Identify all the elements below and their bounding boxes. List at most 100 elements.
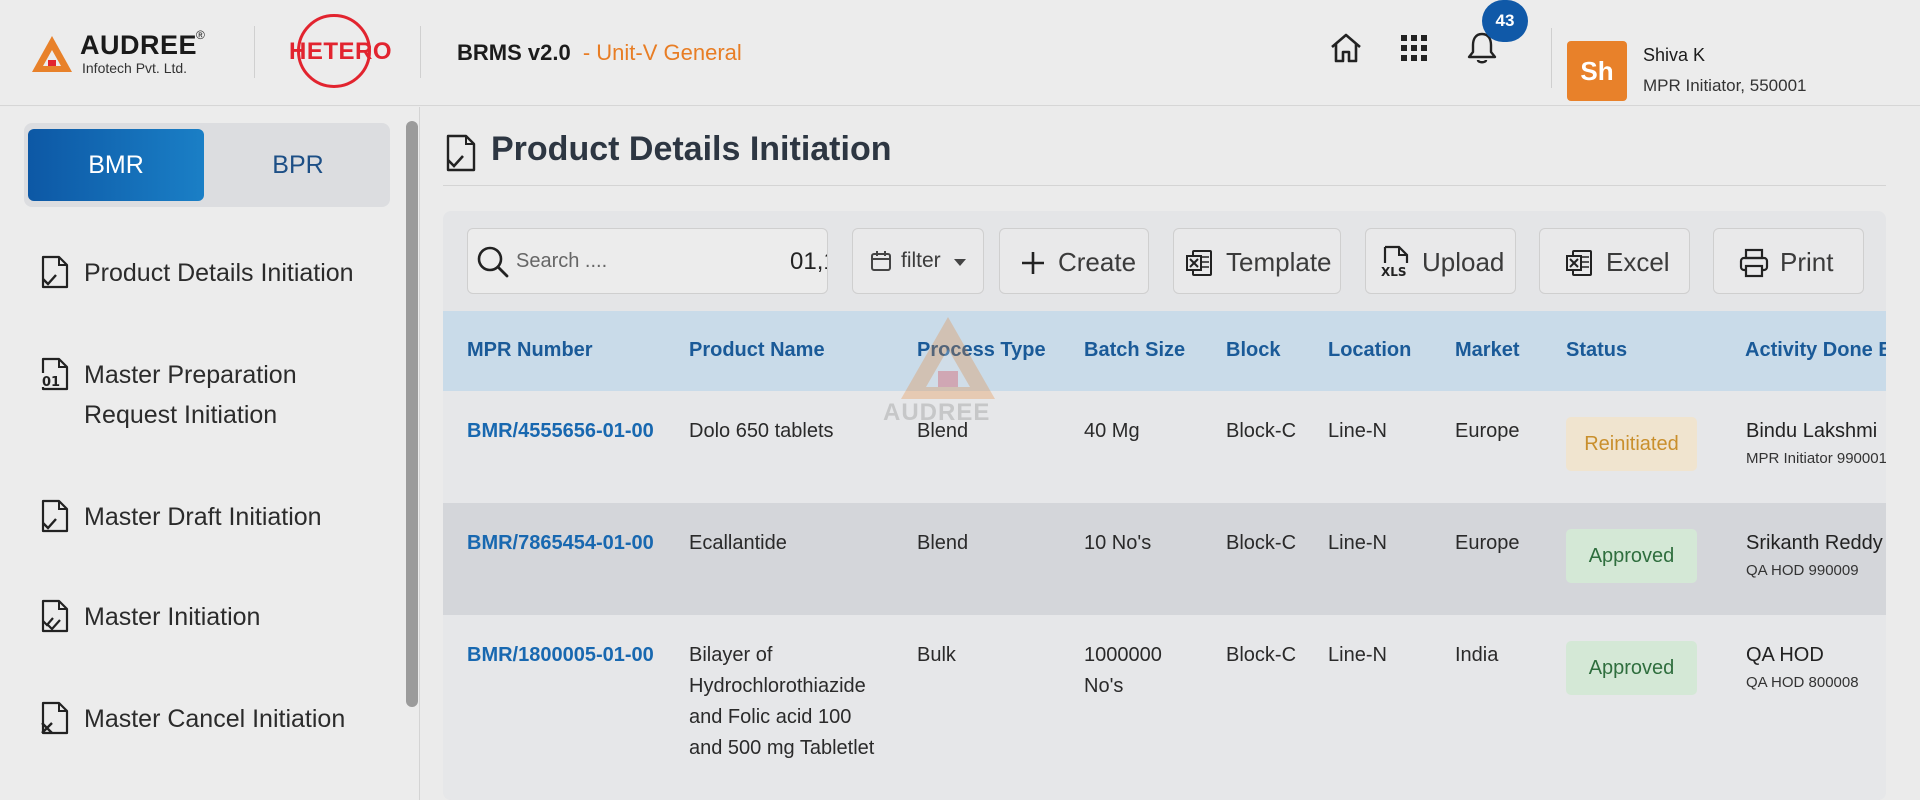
file-check-icon — [41, 499, 69, 533]
audree-logo[interactable]: AUDREE ® Infotech Pvt. Ltd. — [30, 28, 215, 78]
calendar-icon — [871, 251, 891, 271]
sidebar-item-master-initiation[interactable]: Master Initiation — [40, 597, 380, 641]
plus-icon — [1022, 252, 1044, 274]
header-divider — [1551, 28, 1552, 88]
company-name: AUDREE — [80, 30, 198, 60]
status-badge: Reinitiated — [1566, 417, 1697, 471]
home-icon[interactable] — [1328, 30, 1364, 66]
file-double-check-icon — [41, 599, 69, 633]
sidebar-item-master-cancel-initiation[interactable]: Master Cancel Initiation — [40, 699, 380, 743]
user-name[interactable]: Shiva K — [1643, 45, 1705, 66]
market-cell: Europe — [1455, 532, 1520, 554]
sidebar: BMR BPR Product Details Initiation 01 Ma… — [0, 107, 420, 800]
table-row[interactable]: BMR/4555656-01-00 Dolo 650 tablets Blend… — [443, 391, 1886, 503]
header-divider — [254, 26, 255, 78]
table-row[interactable]: BMR/1800005-01-00 Bilayer of Hydrochloro… — [443, 615, 1886, 800]
upload-button[interactable]: XLS Upload — [1365, 228, 1516, 294]
column-header[interactable]: Product Name — [689, 339, 825, 362]
xls-file-icon: XLS — [1381, 245, 1409, 279]
filter-button[interactable]: filter — [852, 228, 984, 294]
sidebar-item-master-draft-initiation[interactable]: Master Draft Initiation — [40, 497, 380, 541]
activity-done-by: Srikanth Reddy QA HOD 990009 — [1746, 528, 1883, 579]
sidebar-item-label: Master Cancel Initiation — [84, 705, 346, 733]
status-badge: Approved — [1566, 641, 1697, 695]
actor-role: QA HOD 990009 — [1746, 562, 1859, 579]
file-x-icon — [41, 701, 69, 735]
batch-size-cell: 1000000 No's — [1084, 644, 1162, 697]
page-title: Product Details Initiation — [491, 130, 892, 168]
audree-logo-mark-icon — [32, 36, 72, 72]
column-header[interactable]: Batch Size — [1084, 339, 1185, 362]
actor-role: QA HOD 800008 — [1746, 674, 1859, 691]
market-cell: India — [1455, 644, 1499, 666]
excel-button[interactable]: Excel — [1539, 228, 1690, 294]
unit-name: - Unit-V General — [582, 40, 742, 65]
process-type-cell: Bulk — [917, 644, 956, 666]
column-header[interactable]: Market — [1455, 339, 1519, 362]
market-cell: Europe — [1455, 420, 1520, 442]
activity-done-by: Bindu Lakshmi MPR Initiator 990001 — [1746, 416, 1886, 467]
upload-label: Upload — [1422, 247, 1505, 277]
status-badge: Approved — [1566, 529, 1697, 583]
block-cell: Block-C — [1226, 532, 1297, 554]
location-cell: Line-N — [1328, 420, 1387, 442]
sidebar-item-product-details-initiation[interactable]: Product Details Initiation — [40, 253, 380, 297]
mpr-number-link[interactable]: BMR/7865454-01-00 — [467, 528, 654, 559]
filter-label: filter — [901, 249, 941, 272]
create-button[interactable]: Create — [999, 228, 1149, 294]
excel-file-icon — [1566, 250, 1592, 276]
column-header[interactable]: Block — [1226, 339, 1280, 362]
company-subtitle: Infotech Pvt. Ltd. — [82, 60, 188, 76]
hetero-logo-text: HETERO — [289, 38, 393, 65]
block-cell: Block-C — [1226, 420, 1297, 442]
sidebar-item-master-preparation-request-initiation[interactable]: 01 Master Preparation Request Initiation — [40, 355, 380, 439]
column-header[interactable]: MPR Number — [467, 339, 593, 362]
product-name-cell: Bilayer of Hydrochlorothiazide and Folic… — [689, 644, 875, 759]
chevron-down-icon — [954, 259, 966, 266]
print-button[interactable]: Print — [1713, 228, 1864, 294]
mpr-number-link[interactable]: BMR/1800005-01-00 — [467, 640, 654, 671]
page-header: Product Details Initiation — [443, 122, 1886, 186]
app-title: BRMS v2.0 - Unit-V General — [457, 40, 742, 66]
process-type-cell: Blend — [917, 420, 969, 442]
search-box[interactable]: Search .... 01,176 F — [467, 228, 828, 294]
product-name-cell: Ecallantide — [689, 532, 787, 554]
svg-text:01: 01 — [42, 375, 60, 390]
registered-mark: ® — [196, 28, 205, 42]
search-input[interactable]: Search .... — [516, 250, 607, 273]
sidebar-item-label: Master Preparation Request Initiation — [84, 361, 297, 429]
actor-name: Bindu Lakshmi — [1746, 420, 1878, 442]
user-role: MPR Initiator, 550001 — [1643, 76, 1807, 95]
sidebar-item-label: Master Draft Initiation — [84, 503, 322, 531]
excel-label: Excel — [1606, 247, 1670, 277]
app-header: AUDREE ® Infotech Pvt. Ltd. HETERO BRMS … — [0, 0, 1920, 106]
location-cell: Line-N — [1328, 532, 1387, 554]
column-header[interactable]: Process Type — [917, 339, 1046, 362]
activity-done-by: QA HOD QA HOD 800008 — [1746, 640, 1859, 691]
template-label: Template — [1226, 247, 1332, 277]
print-label: Print — [1780, 247, 1834, 277]
sidebar-item-label: Product Details Initiation — [84, 259, 354, 287]
template-button[interactable]: Template — [1173, 228, 1341, 294]
toggle-bmr[interactable]: BMR — [28, 129, 204, 201]
content-panel: Search .... 01,176 F filter Create Templ… — [443, 211, 1886, 800]
column-header[interactable]: Location — [1328, 339, 1411, 362]
header-divider — [420, 26, 421, 78]
actor-name: QA HOD — [1746, 644, 1824, 666]
avatar[interactable]: Sh — [1567, 41, 1627, 101]
create-label: Create — [1058, 247, 1137, 277]
column-header[interactable]: Activity Done By — [1745, 339, 1886, 362]
mpr-number-link[interactable]: BMR/4555656-01-00 — [467, 416, 654, 447]
printer-icon — [1739, 248, 1769, 278]
column-header[interactable]: Status — [1566, 339, 1627, 362]
toggle-bpr[interactable]: BPR — [210, 129, 386, 201]
apps-grid-icon[interactable] — [1396, 30, 1432, 66]
block-cell: Block-C — [1226, 644, 1297, 666]
notification-badge[interactable]: 43 — [1482, 0, 1528, 42]
batch-size-cell: 40 Mg — [1084, 420, 1140, 442]
table-row[interactable]: BMR/7865454-01-00 Ecallantide Blend 10 N… — [443, 503, 1886, 615]
sidebar-scrollbar[interactable] — [406, 121, 418, 707]
svg-text:XLS: XLS — [1381, 265, 1407, 279]
actor-role: MPR Initiator 990001 — [1746, 450, 1886, 467]
process-type-cell: Blend — [917, 532, 969, 554]
